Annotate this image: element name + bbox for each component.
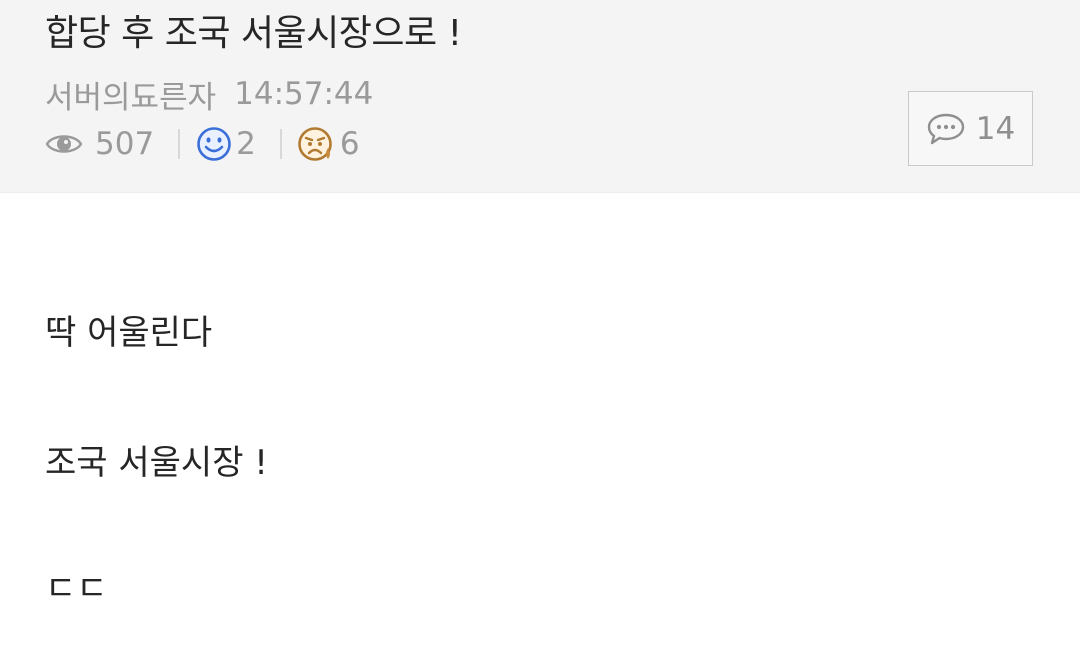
likes-count: 2 xyxy=(236,126,256,162)
eye-icon xyxy=(45,131,83,157)
post-time: 14:57:44 xyxy=(234,76,374,112)
dislikes-count: 6 xyxy=(339,126,360,162)
post-header: 합당 후 조국 서울시장으로 ! 서버의됴른자 14:57:44 507 2 6… xyxy=(0,0,1080,193)
comments-count: 14 xyxy=(975,110,1016,147)
stats-divider xyxy=(279,129,282,159)
body-line: 조국 서울시장 ! xyxy=(45,443,268,483)
comments-button[interactable]: 14 xyxy=(908,91,1033,166)
post-stats: 507 2 6 xyxy=(45,122,360,166)
post-title: 합당 후 조국 서울시장으로 ! xyxy=(45,13,462,54)
speech-bubble-icon xyxy=(927,113,964,144)
like-stat[interactable]: 2 xyxy=(196,126,256,162)
stats-divider xyxy=(178,129,181,159)
smiley-face-icon[interactable] xyxy=(196,126,232,162)
views-stat: 507 xyxy=(45,126,154,162)
sad-face-icon[interactable] xyxy=(298,126,336,162)
post-byline: 서버의됴른자 14:57:44 xyxy=(45,72,373,116)
author-name[interactable]: 서버의됴른자 xyxy=(45,72,216,117)
views-count: 507 xyxy=(95,126,155,162)
body-line: 딱 어울린다 xyxy=(45,313,213,353)
body-line: ㄷㄷ xyxy=(45,569,108,609)
dislike-stat[interactable]: 6 xyxy=(298,126,360,162)
